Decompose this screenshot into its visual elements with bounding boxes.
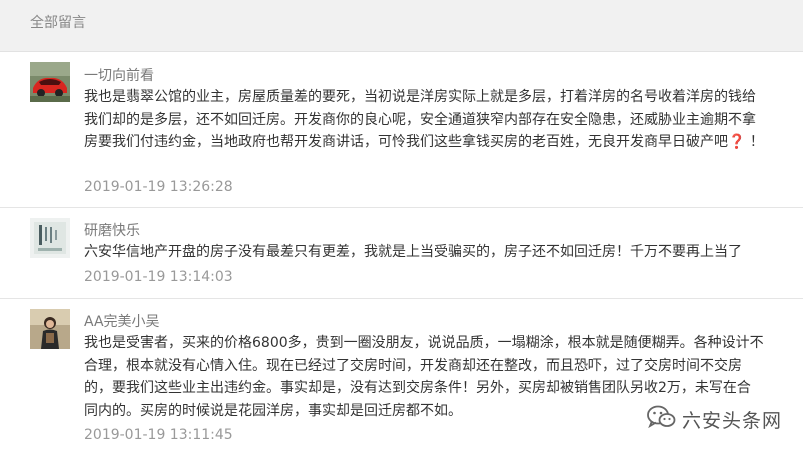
comment-time: 2019-01-19 13:11:45: [84, 427, 233, 443]
comment-text: 我也是翡翠公馆的业主，房屋质量差的要死，当初说是洋房实际上就是多层，打着洋房的名…: [84, 89, 764, 150]
watermark: 六安头条网: [646, 404, 782, 434]
avatar[interactable]: [30, 218, 70, 258]
comment-text: 六安华信地产开盘的房子没有最差只有更差，我就是上当受骗买的，房子还不如回迁房！千…: [84, 244, 742, 260]
comment-author: 研磨快乐: [84, 223, 140, 239]
question-emoji-icon: ❓: [728, 134, 746, 150]
avatar[interactable]: [30, 309, 70, 349]
section-title: 全部留言: [30, 15, 86, 31]
comment-time: 2019-01-19 13:14:03: [84, 269, 233, 285]
wechat-icon: [646, 404, 676, 434]
comment-author: AA完美小吴: [84, 314, 160, 330]
comments-header: 全部留言: [0, 0, 803, 52]
watermark-text: 六安头条网: [682, 409, 783, 432]
comment-author: 一切向前看: [84, 68, 154, 84]
avatar[interactable]: [30, 62, 70, 102]
comment-item: 研磨快乐 六安华信地产开盘的房子没有最差只有更差，我就是上当受骗买的，房子还不如…: [0, 208, 803, 299]
comment-item: 一切向前看 我也是翡翠公馆的业主，房屋质量差的要死，当初说是洋房实际上就是多层，…: [0, 53, 803, 208]
comment-time: 2019-01-19 13:26:28: [84, 179, 233, 195]
